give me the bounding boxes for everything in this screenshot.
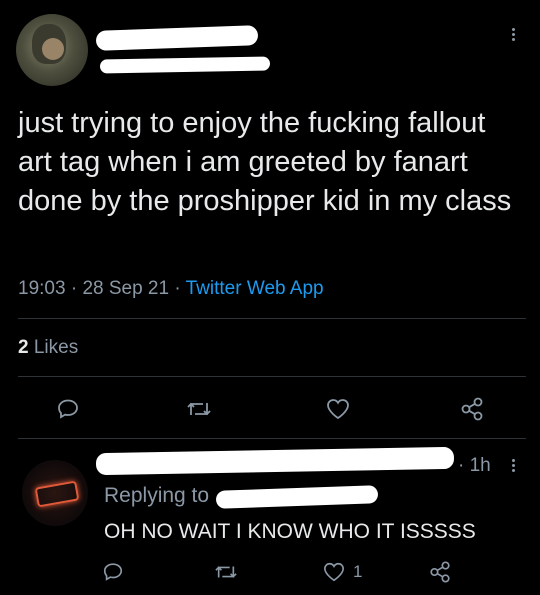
reply-share-icon[interactable] (428, 560, 452, 584)
reply-retweet-icon[interactable] (214, 561, 238, 583)
likes-label: Likes (33, 337, 79, 358)
reply-heart-icon[interactable] (322, 561, 346, 583)
tweet-source[interactable]: Twitter Web App (186, 278, 324, 299)
divider (18, 438, 526, 439)
retweet-icon[interactable] (186, 397, 212, 421)
reply-time[interactable]: · 1h (458, 455, 491, 477)
reply-more-button[interactable] (512, 457, 515, 474)
avatar-neon-sign (34, 480, 80, 508)
share-icon[interactable] (459, 396, 485, 422)
tweet-time[interactable]: 19:03 (18, 278, 66, 299)
tweet-date[interactable]: 28 Sep 21 (82, 278, 169, 299)
likes-count: 2 (18, 337, 29, 358)
tweet-text: just trying to enjoy the fucking fallout… (18, 107, 512, 217)
reply-avatar[interactable] (22, 460, 88, 526)
replying-to-handle-redacted[interactable] (215, 485, 379, 509)
replying-prefix: Replying to (104, 484, 210, 507)
divider (18, 376, 526, 377)
reply-text: OH NO WAIT I KNOW WHO IT ISSSSS (104, 520, 476, 543)
time-separator: · (458, 455, 465, 476)
reply-like-count: 1 (353, 562, 363, 581)
divider (18, 318, 526, 319)
author-handle-redacted[interactable] (99, 56, 271, 74)
tweet-more-button[interactable] (512, 26, 515, 43)
meta-separator: · (70, 278, 78, 299)
tweet-meta: 19:03 · 28 Sep 21 · Twitter Web App (18, 278, 324, 300)
reply-time-label: 1h (469, 455, 491, 476)
heart-icon[interactable] (325, 397, 351, 421)
reply-reply-icon[interactable] (102, 561, 124, 583)
author-name-redacted[interactable] (95, 25, 259, 51)
likes-stat[interactable]: 2 Likes (18, 337, 78, 359)
reply-author-redacted[interactable] (95, 446, 455, 476)
avatar-face (42, 38, 64, 60)
reply-icon[interactable] (56, 397, 80, 421)
meta-separator: · (174, 278, 181, 299)
replying-to: Replying to (104, 484, 209, 508)
author-avatar[interactable] (16, 14, 88, 86)
